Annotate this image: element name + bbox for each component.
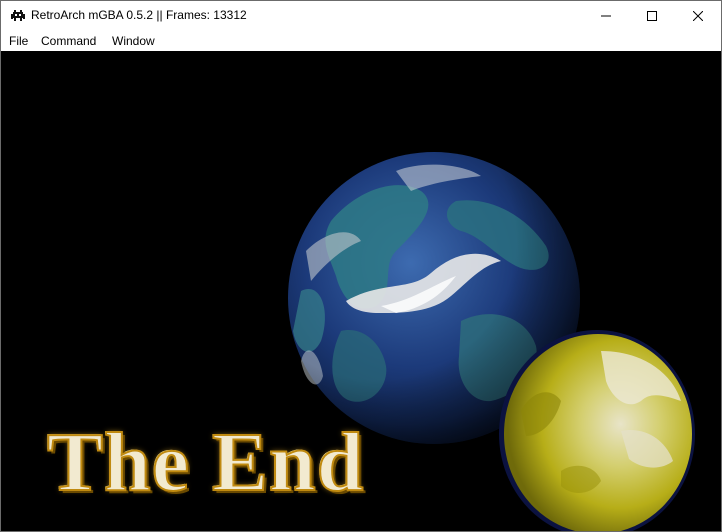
close-icon — [693, 11, 703, 21]
retroarch-invader-icon — [11, 9, 25, 23]
the-end-caption: The End — [46, 416, 365, 509]
minimize-icon — [601, 11, 611, 21]
minimize-button[interactable] — [583, 1, 629, 31]
title-bar[interactable]: RetroArch mGBA 0.5.2 || Frames: 13312 — [1, 1, 721, 31]
close-button[interactable] — [675, 1, 721, 31]
menu-file[interactable]: File — [9, 34, 28, 48]
menu-command[interactable]: Command — [41, 34, 96, 48]
maximize-button[interactable] — [629, 1, 675, 31]
menu-bar: File Command Window — [1, 31, 721, 51]
game-screen[interactable]: The End — [1, 51, 721, 531]
yellow-moon — [499, 330, 695, 531]
menu-window[interactable]: Window — [112, 34, 155, 48]
maximize-icon — [647, 11, 657, 21]
retroarch-window: RetroArch mGBA 0.5.2 || Frames: 13312 Fi… — [0, 0, 722, 532]
window-title: RetroArch mGBA 0.5.2 || Frames: 13312 — [31, 8, 247, 22]
